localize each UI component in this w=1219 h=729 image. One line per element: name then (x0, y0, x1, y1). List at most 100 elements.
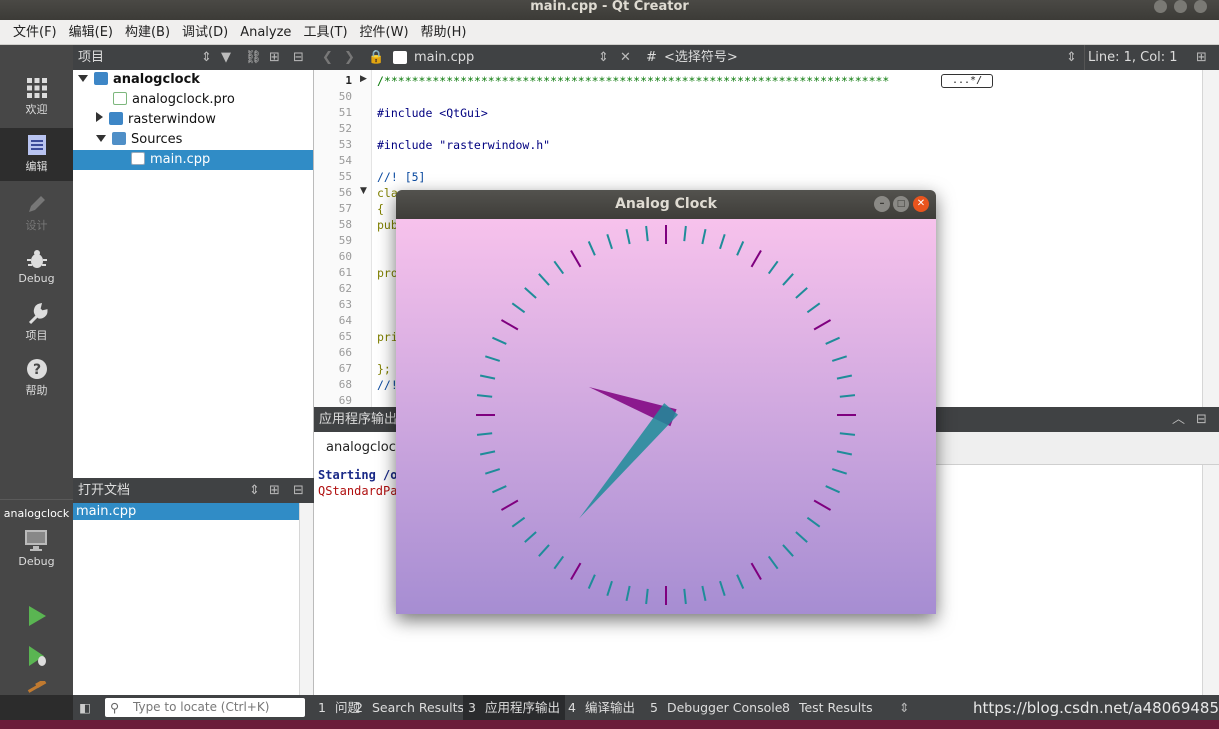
search-icon: ⚲ (110, 700, 120, 715)
editor-file-name[interactable]: main.cpp (414, 45, 474, 70)
code-line: { (377, 202, 384, 216)
output-scrollbar[interactable] (1202, 465, 1219, 695)
expanded-arrow-icon[interactable] (78, 75, 88, 82)
minute-tick (719, 580, 726, 597)
maximize-button[interactable] (1174, 0, 1187, 13)
tree-label: analogclock (113, 72, 200, 87)
menu-build[interactable]: 构建(B) (119, 20, 176, 46)
minute-tick (701, 228, 707, 245)
minute-tick (831, 355, 848, 362)
clock-canvas (396, 219, 936, 614)
output-pane-button[interactable]: 3 应用程序输出 (463, 695, 565, 720)
mode-help[interactable]: ? 帮助 (0, 358, 73, 398)
minute-tick (795, 531, 808, 543)
menu-analyze[interactable]: Analyze (234, 20, 297, 46)
desktop-background-strip (0, 720, 1219, 729)
tree-item-main-cpp[interactable]: main.cpp (73, 150, 313, 170)
pencil-icon (28, 196, 45, 212)
panes-dropdown-icon[interactable]: ⇕ (899, 695, 909, 720)
tree-item-pro[interactable]: analogclock.pro (73, 90, 313, 110)
symbol-dropdown-icon[interactable]: ⇕ (1066, 45, 1077, 70)
status-bar: ◧ ⚲ Type to locate (Ctrl+K) ⇕ https://bl… (73, 695, 1219, 720)
tree-item-sources[interactable]: Sources (73, 130, 313, 150)
mode-welcome[interactable]: 欢迎 (0, 77, 73, 117)
clock-maximize-button[interactable]: □ (893, 196, 909, 212)
maximize-pane-icon[interactable]: ︿ (1172, 407, 1185, 432)
split-icon[interactable]: ⊞ (1196, 45, 1207, 70)
pane-label: Test Results (798, 700, 873, 715)
menu-help[interactable]: 帮助(H) (415, 20, 473, 46)
minute-tick (767, 555, 779, 570)
tree-item-rasterwindow[interactable]: rasterwindow (73, 110, 313, 130)
split-icon[interactable]: ⊞ (269, 478, 280, 503)
menu-edit[interactable]: 编辑(E) (63, 20, 119, 46)
open-docs-scrollbar[interactable] (299, 503, 313, 695)
output-pane-button[interactable]: 2 Search Results (350, 695, 469, 720)
code-line: #include <QtGui> (377, 106, 488, 120)
run-button[interactable] (0, 605, 73, 629)
menu-debug[interactable]: 调试(D) (176, 20, 234, 46)
minute-tick (736, 241, 745, 256)
mode-design[interactable]: 设计 (0, 193, 73, 233)
minute-tick (492, 336, 507, 345)
symbol-selector[interactable]: <选择符号> (664, 45, 738, 70)
analog-clock-window[interactable]: Analog Clock – □ ✕ (396, 190, 936, 614)
locate-field[interactable]: ⚲ Type to locate (Ctrl+K) (105, 698, 305, 717)
code-line: pro (377, 266, 398, 280)
minute-tick (484, 355, 501, 362)
pane-number: 8 (782, 700, 790, 715)
collapsed-arrow-icon[interactable] (96, 112, 103, 122)
output-pane-button[interactable]: 8 Test Results (777, 695, 878, 720)
menu-tools[interactable]: 工具(T) (297, 20, 353, 46)
clock-close-button[interactable]: ✕ (913, 196, 929, 212)
expanded-arrow-icon[interactable] (96, 135, 106, 142)
code-line: //! (377, 378, 398, 392)
view-selector-icon[interactable]: ⇕ (249, 478, 260, 503)
forward-icon[interactable]: ❯ (344, 45, 355, 70)
file-dropdown-icon[interactable]: ⇕ (598, 45, 609, 70)
minute-tick (553, 555, 565, 570)
close-pane-icon[interactable]: ⊟ (1196, 407, 1207, 432)
output-pane-button[interactable]: 4 编译输出 (563, 695, 640, 720)
tree-item-analogclock[interactable]: analogclock (73, 70, 313, 90)
hour-tick (750, 562, 762, 581)
code-line: pub (377, 218, 398, 232)
build-button[interactable] (0, 681, 73, 697)
mode-projects[interactable]: 项目 (0, 303, 73, 343)
minute-tick (587, 241, 596, 256)
close-button[interactable] (1194, 0, 1207, 13)
close-file-icon[interactable]: ✕ (620, 45, 631, 70)
clock-minimize-button[interactable]: – (874, 196, 890, 212)
locate-placeholder: Type to locate (Ctrl+K) (133, 700, 270, 714)
menu-widgets[interactable]: 控件(W) (354, 20, 415, 46)
menu-file[interactable]: 文件(F) (7, 20, 63, 46)
minute-tick (836, 450, 853, 456)
code-line: //! [5] (377, 170, 426, 184)
back-icon[interactable]: ❮ (322, 45, 333, 70)
split-icon[interactable]: ⊞ (269, 45, 280, 70)
open-doc-item[interactable]: main.cpp (73, 503, 299, 520)
editor-scrollbar[interactable] (1202, 70, 1219, 407)
minute-tick (645, 588, 649, 605)
pane-label: 应用程序输出 (484, 700, 560, 715)
fold-marker[interactable]: ...*/ (941, 74, 994, 88)
close-pane-icon[interactable]: ⊟ (293, 45, 304, 70)
sidebar-toggle-icon[interactable]: ◧ (79, 695, 91, 720)
mode-edit[interactable]: 编辑 (0, 128, 73, 181)
hour-tick (570, 249, 582, 268)
mode-debug[interactable]: Debug (0, 248, 73, 285)
output-pane-button[interactable]: 5 Debugger Console (645, 695, 787, 720)
debug-run-button[interactable] (0, 645, 73, 669)
minute-tick (511, 516, 526, 528)
minimize-button[interactable] (1154, 0, 1167, 13)
close-pane-icon[interactable]: ⊟ (293, 478, 304, 503)
kit-config-label: Debug (18, 555, 55, 568)
link-icon[interactable]: ⛓ (245, 45, 262, 70)
view-selector-icon[interactable]: ⇕ (201, 45, 212, 70)
minute-tick (839, 432, 856, 436)
kit-selector[interactable]: Debug (0, 529, 73, 568)
code-line: #include "rasterwindow.h" (377, 138, 551, 152)
filter-icon[interactable]: ▼ (221, 45, 231, 70)
cursor-position[interactable]: Line: 1, Col: 1 (1084, 45, 1178, 70)
clock-title-bar[interactable]: Analog Clock – □ ✕ (396, 190, 936, 219)
